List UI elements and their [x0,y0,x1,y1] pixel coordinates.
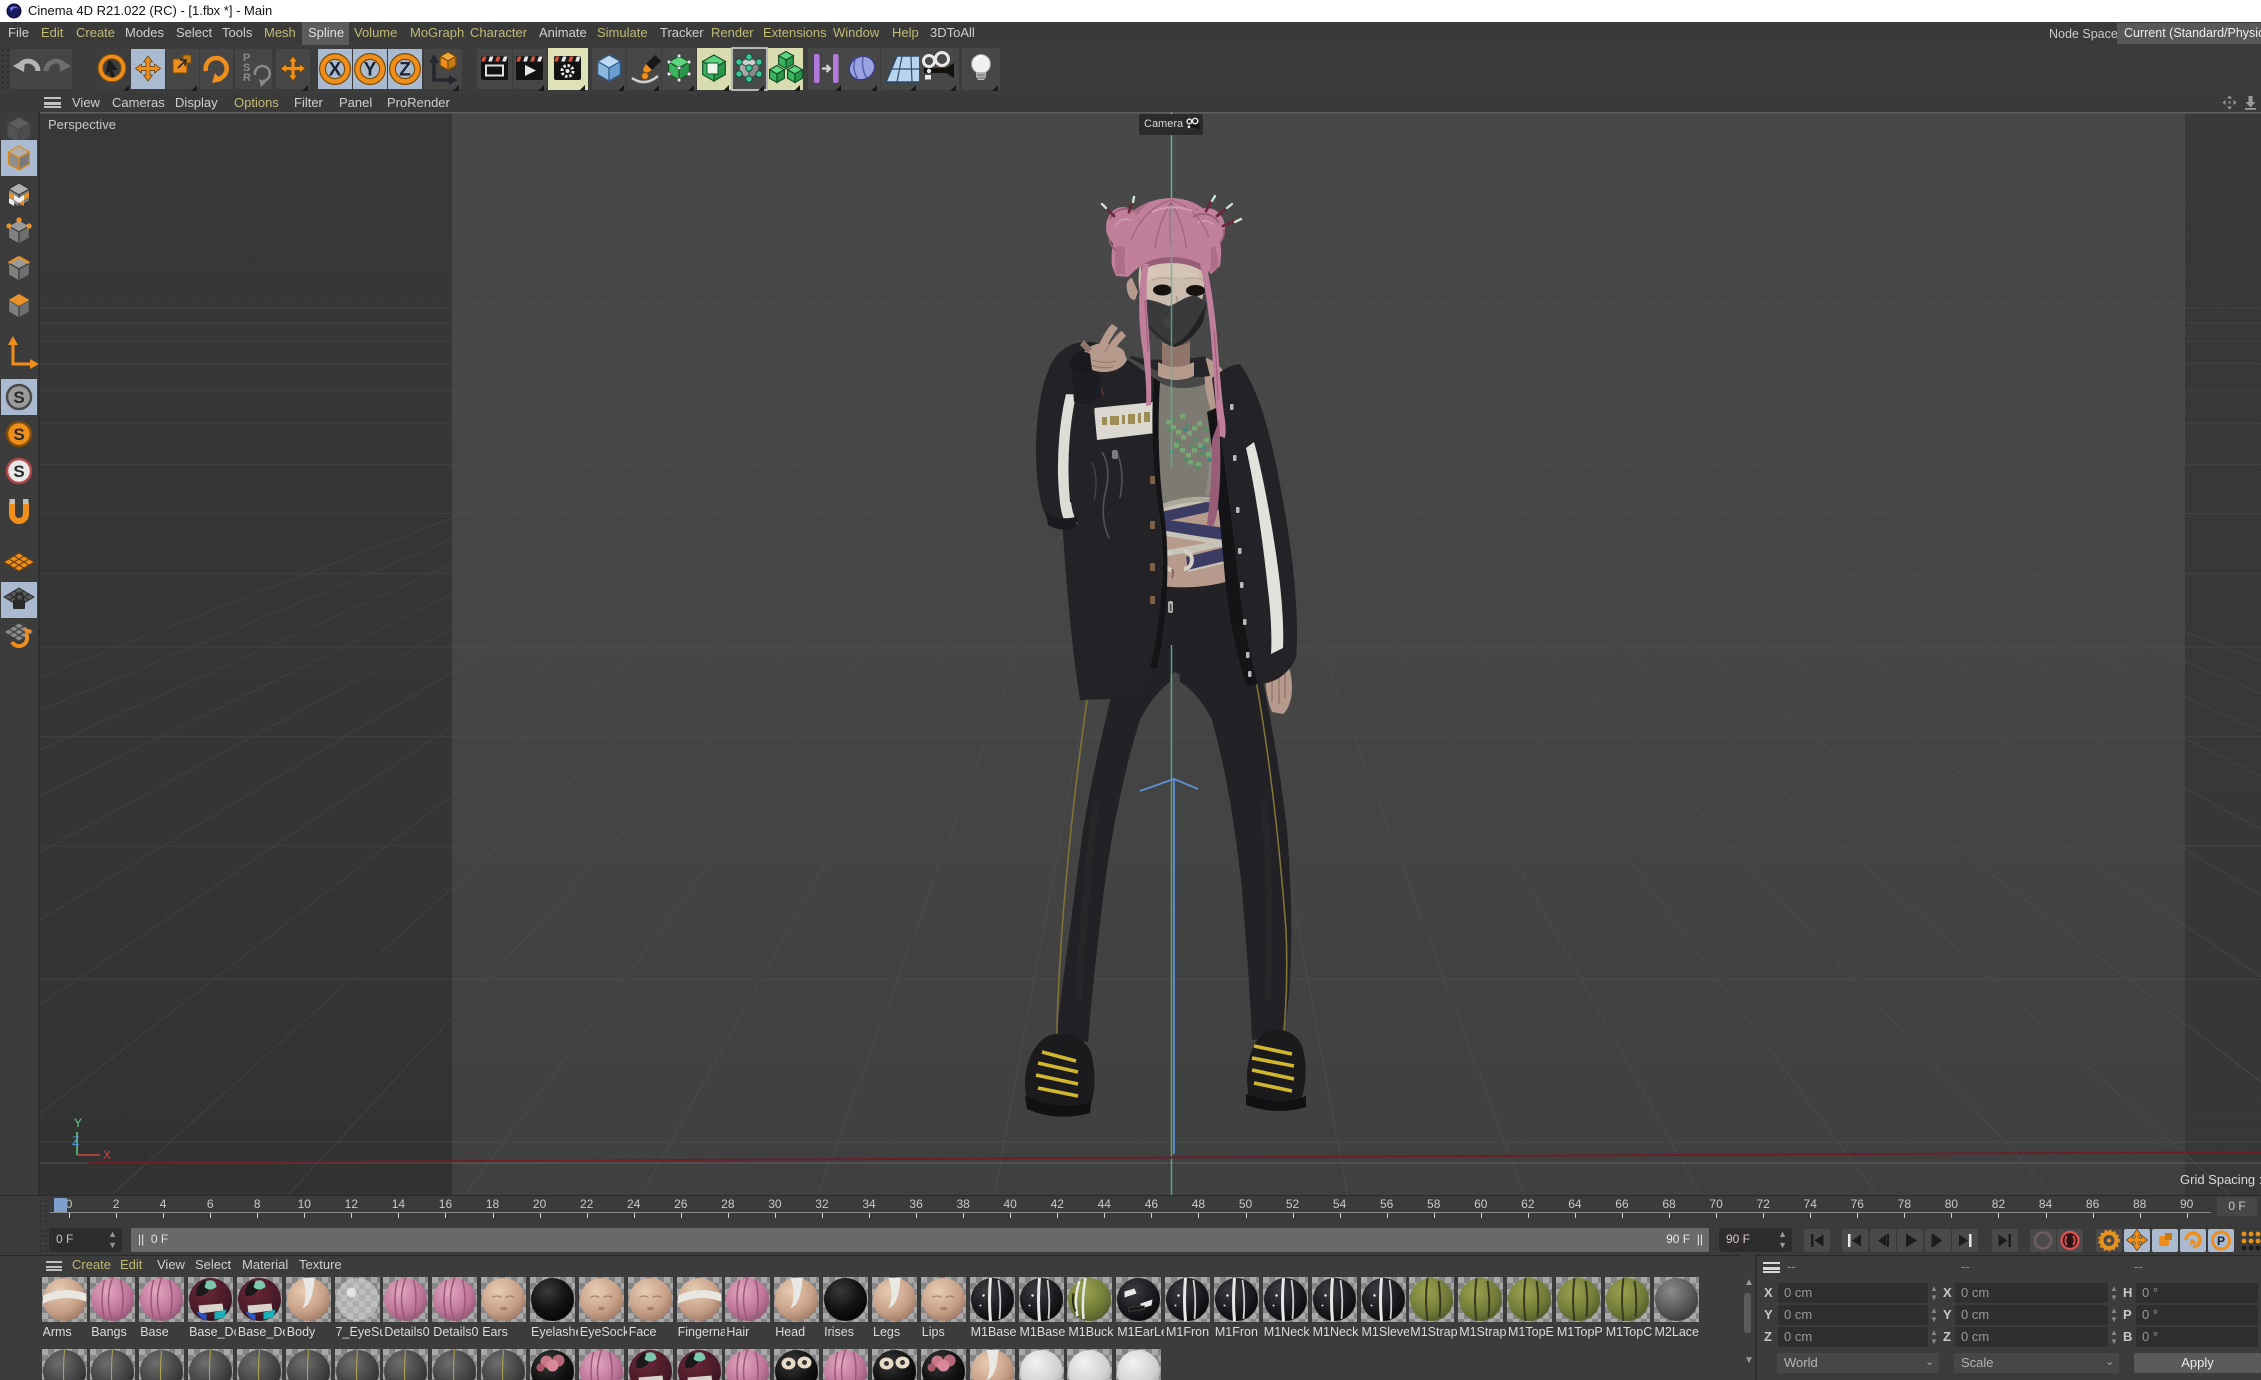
svg-text:Z: Z [72,1134,79,1148]
svg-text:S: S [13,388,24,407]
svg-text:P: P [2217,1234,2225,1248]
svg-text:R: R [243,72,251,84]
svg-text:S: S [13,425,24,444]
svg-text:Z: Z [399,60,411,81]
svg-text:X: X [329,60,342,81]
svg-text:Y: Y [74,1116,82,1130]
svg-text:S: S [13,462,24,481]
svg-text:X: X [103,1148,111,1162]
svg-text:Y: Y [364,60,377,81]
